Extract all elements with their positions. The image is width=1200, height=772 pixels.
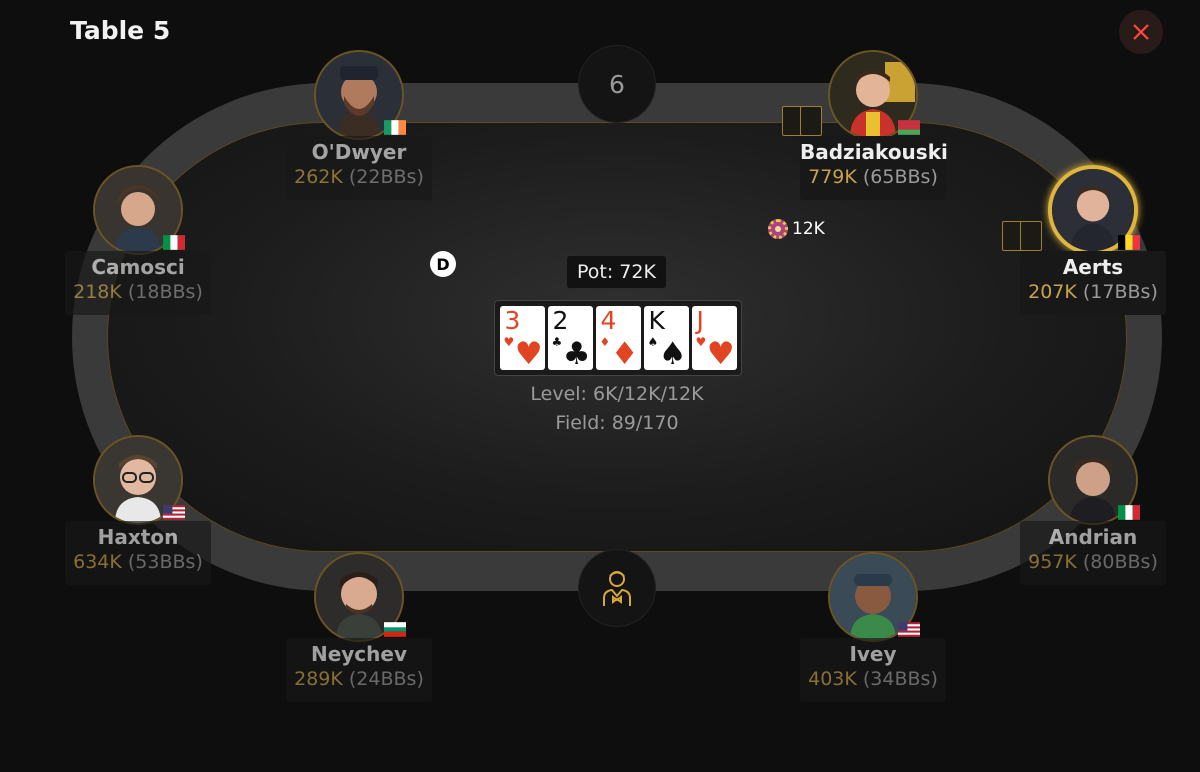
player-seat-neychev[interactable]: Neychev 289K (24BBs) <box>286 552 436 772</box>
board-card-4: K ♠ ♠ <box>643 306 689 370</box>
empty-seat[interactable]: 6 <box>579 46 655 122</box>
player-nameplate: Aerts 207K (17BBs) <box>1020 251 1166 315</box>
player-stack: 779K <box>808 166 857 188</box>
hole-cards <box>782 106 822 136</box>
card-back-icon <box>1020 221 1042 251</box>
player-stack: 634K <box>73 551 122 573</box>
player-stack: 289K <box>294 668 343 690</box>
card-back-icon <box>800 106 822 136</box>
player-stack: 262K <box>294 166 343 188</box>
board-card-5: J ♥ ♥ <box>691 306 737 370</box>
flag-icon <box>384 622 406 637</box>
close-button[interactable] <box>1119 10 1163 54</box>
player-bbs: (24BBs) <box>348 668 424 690</box>
board-card-3: 4 ♦ ♦ <box>595 306 641 370</box>
player-seat-camosci[interactable]: Camosci 218K (18BBs) <box>65 165 215 385</box>
player-bbs: (53BBs) <box>127 551 203 573</box>
seat-number: 6 <box>609 69 625 99</box>
player-name: Haxton <box>97 525 179 549</box>
player-nameplate: Haxton 634K (53BBs) <box>65 521 211 585</box>
chip-icon <box>768 219 788 239</box>
player-name: Andrian <box>1048 525 1138 549</box>
player-stack: 207K <box>1028 281 1077 303</box>
community-cards: 3 ♥ ♥ 2 ♣ ♣ 4 ♦ ♦ K ♠ ♠ J ♥ ♥ <box>494 300 742 376</box>
flag-icon <box>1118 235 1140 250</box>
flag-icon <box>163 235 185 250</box>
dealer-icon <box>603 571 631 606</box>
pot-label: Pot: 72K <box>567 256 666 288</box>
player-name: Ivey <box>849 642 897 666</box>
player-seat-ivey[interactable]: Ivey 403K (34BBs) <box>800 552 950 772</box>
player-stack: 403K <box>808 668 857 690</box>
player-name: O'Dwyer <box>311 140 407 164</box>
close-icon <box>1133 24 1149 40</box>
player-bbs: (65BBs) <box>862 166 938 188</box>
player-nameplate: Badziakouski 779K (65BBs) <box>800 136 948 200</box>
player-bbs: (18BBs) <box>127 281 203 303</box>
player-seat-odwyer[interactable]: O'Dwyer 262K (22BBs) <box>286 50 436 270</box>
hole-cards <box>1002 221 1042 251</box>
level-label: Level: 6K/12K/12K <box>530 383 704 405</box>
flag-icon <box>1118 505 1140 520</box>
field-label: Field: 89/170 <box>555 412 679 434</box>
flag-icon <box>898 622 920 637</box>
player-nameplate: Neychev 289K (24BBs) <box>286 638 432 702</box>
player-bbs: (22BBs) <box>348 166 424 188</box>
player-nameplate: O'Dwyer 262K (22BBs) <box>286 136 432 200</box>
player-name: Neychev <box>310 642 408 666</box>
player-seat-badziakouski[interactable]: Badziakouski 779K (65BBs) <box>782 50 950 270</box>
player-nameplate: Ivey 403K (34BBs) <box>800 638 946 702</box>
dealer-seat <box>579 550 655 626</box>
player-name: Aerts <box>1062 255 1124 279</box>
flag-icon <box>898 120 920 135</box>
player-nameplate: Camosci 218K (18BBs) <box>65 251 211 315</box>
player-seat-haxton[interactable]: Haxton 634K (53BBs) <box>65 435 215 655</box>
player-bbs: (17BBs) <box>1082 281 1158 303</box>
player-nameplate: Andrian 957K (80BBs) <box>1020 521 1166 585</box>
player-stack: 218K <box>73 281 122 303</box>
flag-icon <box>384 120 406 135</box>
table-title: Table 5 <box>70 16 171 45</box>
player-seat-andrian[interactable]: Andrian 957K (80BBs) <box>1020 435 1170 655</box>
player-bbs: (80BBs) <box>1082 551 1158 573</box>
player-bbs: (34BBs) <box>862 668 938 690</box>
board-card-2: 2 ♣ ♣ <box>547 306 593 370</box>
player-name: Camosci <box>91 255 185 279</box>
flag-icon <box>163 505 185 520</box>
player-stack: 957K <box>1028 551 1077 573</box>
player-seat-aerts[interactable]: Aerts 207K (17BBs) <box>1002 165 1170 385</box>
player-name: Badziakouski <box>800 140 948 164</box>
board-card-1: 3 ♥ ♥ <box>499 306 545 370</box>
